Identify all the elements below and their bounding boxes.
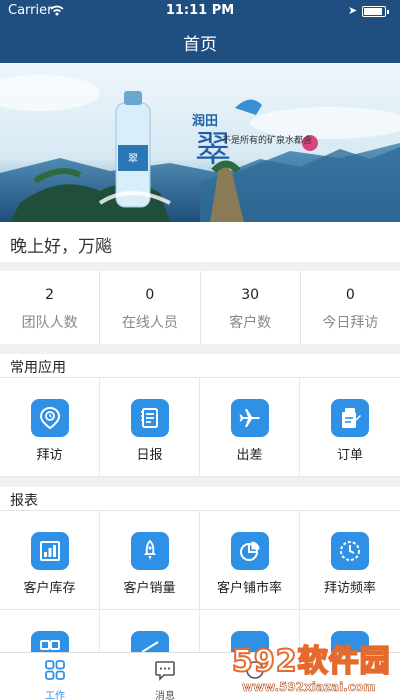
stat-team-members[interactable]: 2 团队人数 xyxy=(0,271,101,344)
grid-icon xyxy=(45,660,65,680)
stat-label: 客户数 xyxy=(229,315,272,331)
status-time: 11:11 PM xyxy=(165,3,235,18)
app-label: 日报 xyxy=(136,448,163,463)
app-label: 拜访 xyxy=(36,448,63,463)
rocket-icon xyxy=(131,532,169,570)
svg-text:润田: 润田 xyxy=(192,113,218,129)
stat-value: 0 xyxy=(145,287,155,303)
pie-chart-icon xyxy=(231,532,269,570)
inventory-icon xyxy=(31,532,69,570)
watermark-title: 592软件园 xyxy=(231,643,391,680)
order-icon xyxy=(331,399,369,437)
location-pin-icon xyxy=(31,399,69,437)
stats-row: 2 团队人数 0 在线人员 30 客户数 0 今日拜访 xyxy=(0,271,400,344)
app-orders[interactable]: 订单 xyxy=(300,378,400,477)
app-header: Carrier 11:11 PM ➤ 首页 xyxy=(0,0,400,63)
stat-value: 2 xyxy=(45,287,55,303)
greeting-text: 晚上好，万飚 xyxy=(10,237,112,257)
page-title: 首页 xyxy=(183,35,217,55)
stat-customers[interactable]: 30 客户数 xyxy=(201,271,301,344)
clock-dashed-icon xyxy=(331,532,369,570)
location-arrow-icon: ➤ xyxy=(348,4,358,17)
banner-slogan: 不是所有的矿泉水都含 xyxy=(222,136,313,146)
app-daily-report[interactable]: 日报 xyxy=(100,378,200,477)
report-label: 客户库存 xyxy=(23,581,76,596)
airplane-icon xyxy=(231,399,269,437)
stat-today-visits[interactable]: 0 今日拜访 xyxy=(301,271,400,344)
report-label: 客户铺市率 xyxy=(216,581,282,596)
section-title: 常用应用 xyxy=(10,360,66,376)
stat-online-members[interactable]: 0 在线人员 xyxy=(100,271,201,344)
section-reports: 报表 xyxy=(0,487,400,511)
message-icon xyxy=(155,661,175,681)
svg-text:翠: 翠 xyxy=(128,153,138,165)
stat-value: 0 xyxy=(345,287,355,303)
site-watermark: 592软件园 www.592xiazai.com xyxy=(231,636,398,698)
stat-label: 在线人员 xyxy=(121,315,178,331)
section-common-apps: 常用应用 xyxy=(0,354,400,378)
report-distribution-rate[interactable]: 客户铺市率 xyxy=(200,511,300,610)
stat-label: 今日拜访 xyxy=(322,315,379,331)
app-label: 出差 xyxy=(236,448,263,463)
tab-messages[interactable]: 消息 xyxy=(110,653,220,700)
report-customer-inventory[interactable]: 客户库存 xyxy=(0,511,100,610)
banner-image: 翠 润田 翠 xyxy=(0,63,400,222)
report-customer-sales[interactable]: 客户销量 xyxy=(100,511,200,610)
tab-work[interactable]: 工作 xyxy=(0,653,110,700)
common-apps-grid: 拜访 日报 出差 订单 xyxy=(0,378,400,477)
status-bar: Carrier 11:11 PM ➤ xyxy=(0,0,400,22)
watermark-url: www.592xiazai.com xyxy=(242,680,376,695)
app-visit[interactable]: 拜访 xyxy=(0,378,100,477)
battery-fill xyxy=(364,8,382,15)
stat-value: 30 xyxy=(241,287,260,303)
battery-icon xyxy=(362,6,389,17)
app-label: 订单 xyxy=(336,448,363,463)
report-icon xyxy=(131,399,169,437)
report-label: 拜访频率 xyxy=(323,581,376,596)
report-label: 客户销量 xyxy=(123,581,176,596)
tab-label: 工作 xyxy=(45,691,65,700)
app-business-trip[interactable]: 出差 xyxy=(200,378,300,477)
stat-label: 团队人数 xyxy=(21,315,78,331)
report-visit-frequency[interactable]: 拜访频率 xyxy=(300,511,400,610)
tab-label: 消息 xyxy=(155,691,175,700)
section-title: 报表 xyxy=(10,493,38,509)
greeting-bar: 晚上好，万飚 xyxy=(0,222,400,262)
promo-banner[interactable]: 翠 润田 翠 不是所有的矿泉水都含 xyxy=(0,63,400,222)
